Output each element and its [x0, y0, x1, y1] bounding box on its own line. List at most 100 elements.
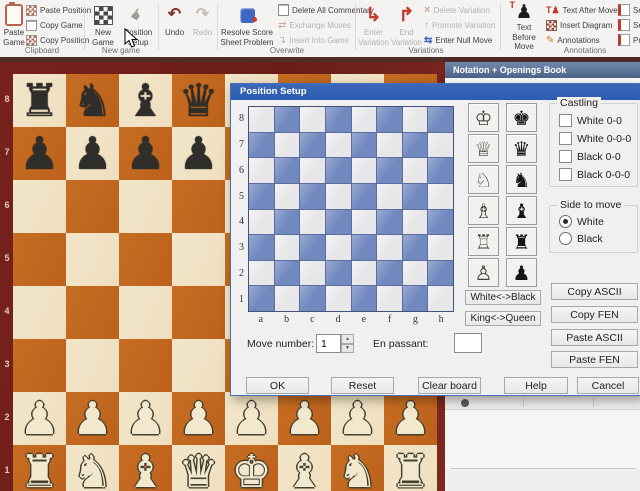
setup-square[interactable] — [326, 158, 351, 183]
setup-square[interactable] — [352, 286, 377, 311]
side-black-radio[interactable]: Black — [559, 232, 603, 245]
setup-square[interactable] — [275, 210, 300, 235]
palette-black-king[interactable]: ♚ — [506, 103, 537, 132]
setup-square[interactable] — [326, 107, 351, 132]
move-number-value[interactable]: 1 — [316, 334, 341, 353]
en-passant-field[interactable] — [454, 333, 482, 353]
position-setup-button[interactable]: Position Setup — [119, 2, 157, 52]
palette-black-knight[interactable]: ♞ — [506, 165, 537, 194]
spin-down-button[interactable] — [341, 344, 354, 354]
setup-square[interactable] — [300, 158, 325, 183]
setup-square[interactable] — [326, 133, 351, 158]
setup-square[interactable] — [403, 133, 428, 158]
palette-black-queen[interactable]: ♛ — [506, 134, 537, 163]
reset-button[interactable]: Reset — [331, 377, 394, 394]
checkbox-icon[interactable] — [559, 132, 572, 145]
ribbon-cut-item-1[interactable]: Set — [618, 4, 640, 16]
castling-black-ooo[interactable]: Black 0-0-0 — [559, 168, 630, 181]
resolve-score-sheet-button[interactable]: Resolve Score Sheet Problem — [220, 2, 274, 52]
setup-square[interactable] — [377, 133, 402, 158]
setup-square[interactable] — [249, 210, 274, 235]
setup-square[interactable] — [403, 286, 428, 311]
setup-square[interactable] — [249, 261, 274, 286]
setup-square[interactable] — [428, 210, 453, 235]
setup-square[interactable] — [428, 133, 453, 158]
undo-button[interactable]: Undo — [161, 2, 188, 52]
setup-square[interactable] — [403, 235, 428, 260]
setup-square[interactable] — [300, 184, 325, 209]
setup-square[interactable] — [300, 107, 325, 132]
setup-square[interactable] — [377, 184, 402, 209]
setup-square[interactable] — [428, 235, 453, 260]
setup-square[interactable] — [428, 286, 453, 311]
palette-white-rook[interactable]: ♖ — [468, 227, 499, 256]
enter-null-move-button[interactable]: Enter Null Move — [424, 34, 492, 46]
setup-square[interactable] — [275, 235, 300, 260]
ribbon-cut-item-2[interactable]: Set — [618, 19, 640, 31]
ribbon-cut-item-3[interactable]: Pre — [618, 34, 640, 46]
help-button[interactable]: Help — [504, 377, 568, 394]
text-after-move-button[interactable]: Text After Move — [546, 4, 618, 16]
castling-white-ooo[interactable]: White 0-0-0 — [559, 132, 631, 145]
exchange-moves-button[interactable]: Exchange Moves — [278, 19, 351, 31]
copy-fen-button[interactable]: Copy FEN — [551, 306, 638, 323]
setup-square[interactable] — [377, 235, 402, 260]
enter-variation-button[interactable]: Enter Variation — [357, 2, 390, 52]
ok-button[interactable]: OK — [246, 377, 309, 394]
setup-square[interactable] — [249, 133, 274, 158]
setup-square[interactable] — [428, 107, 453, 132]
setup-square[interactable] — [326, 235, 351, 260]
setup-square[interactable] — [275, 184, 300, 209]
radio-selected-icon[interactable] — [559, 215, 572, 228]
spin-up-button[interactable] — [341, 334, 354, 344]
checkbox-icon[interactable] — [559, 114, 572, 127]
cancel-button[interactable]: Cancel — [577, 377, 639, 394]
setup-square[interactable] — [403, 261, 428, 286]
setup-square[interactable] — [352, 261, 377, 286]
setup-square[interactable] — [300, 261, 325, 286]
notation-panel-header[interactable]: Notation + Openings Book — [445, 62, 640, 78]
copy-position-button[interactable]: Copy Position — [26, 34, 89, 46]
setup-square[interactable] — [275, 286, 300, 311]
setup-square[interactable] — [300, 235, 325, 260]
redo-button[interactable]: Redo — [189, 2, 216, 52]
setup-square[interactable] — [352, 158, 377, 183]
swap-white-black-button[interactable]: White<->Black — [465, 290, 541, 305]
setup-square[interactable] — [352, 210, 377, 235]
setup-square[interactable] — [275, 133, 300, 158]
setup-square[interactable] — [403, 107, 428, 132]
paste-game-button[interactable]: Paste Game — [2, 2, 26, 52]
setup-square[interactable] — [275, 261, 300, 286]
clear-board-button[interactable]: Clear board — [418, 377, 481, 394]
annotations-button[interactable]: Annotations — [546, 34, 600, 46]
side-white-radio[interactable]: White — [559, 215, 604, 228]
setup-square[interactable] — [300, 133, 325, 158]
paste-fen-button[interactable]: Paste FEN — [551, 351, 638, 368]
setup-square[interactable] — [275, 158, 300, 183]
palette-black-rook[interactable]: ♜ — [506, 227, 537, 256]
setup-square[interactable] — [275, 107, 300, 132]
setup-square[interactable] — [326, 210, 351, 235]
setup-square[interactable] — [352, 133, 377, 158]
setup-square[interactable] — [300, 210, 325, 235]
castling-white-oo[interactable]: White 0-0 — [559, 114, 622, 127]
palette-white-king[interactable]: ♔ — [468, 103, 499, 132]
setup-square[interactable] — [403, 210, 428, 235]
setup-square[interactable] — [352, 107, 377, 132]
swap-king-queen-button[interactable]: King<->Queen — [465, 311, 541, 326]
setup-board[interactable] — [248, 106, 454, 312]
setup-square[interactable] — [300, 286, 325, 311]
insert-diagram-button[interactable]: Insert Diagram — [546, 19, 612, 31]
setup-square[interactable] — [326, 261, 351, 286]
palette-white-bishop[interactable]: ♗ — [468, 196, 499, 225]
setup-square[interactable] — [249, 107, 274, 132]
paste-ascii-button[interactable]: Paste ASCII — [551, 329, 638, 346]
setup-square[interactable] — [428, 261, 453, 286]
setup-square[interactable] — [249, 286, 274, 311]
radio-icon[interactable] — [559, 232, 572, 245]
setup-square[interactable] — [249, 235, 274, 260]
text-before-move-button[interactable]: Text Before Move — [504, 2, 544, 52]
setup-square[interactable] — [403, 184, 428, 209]
palette-black-bishop[interactable]: ♝ — [506, 196, 537, 225]
setup-square[interactable] — [326, 184, 351, 209]
